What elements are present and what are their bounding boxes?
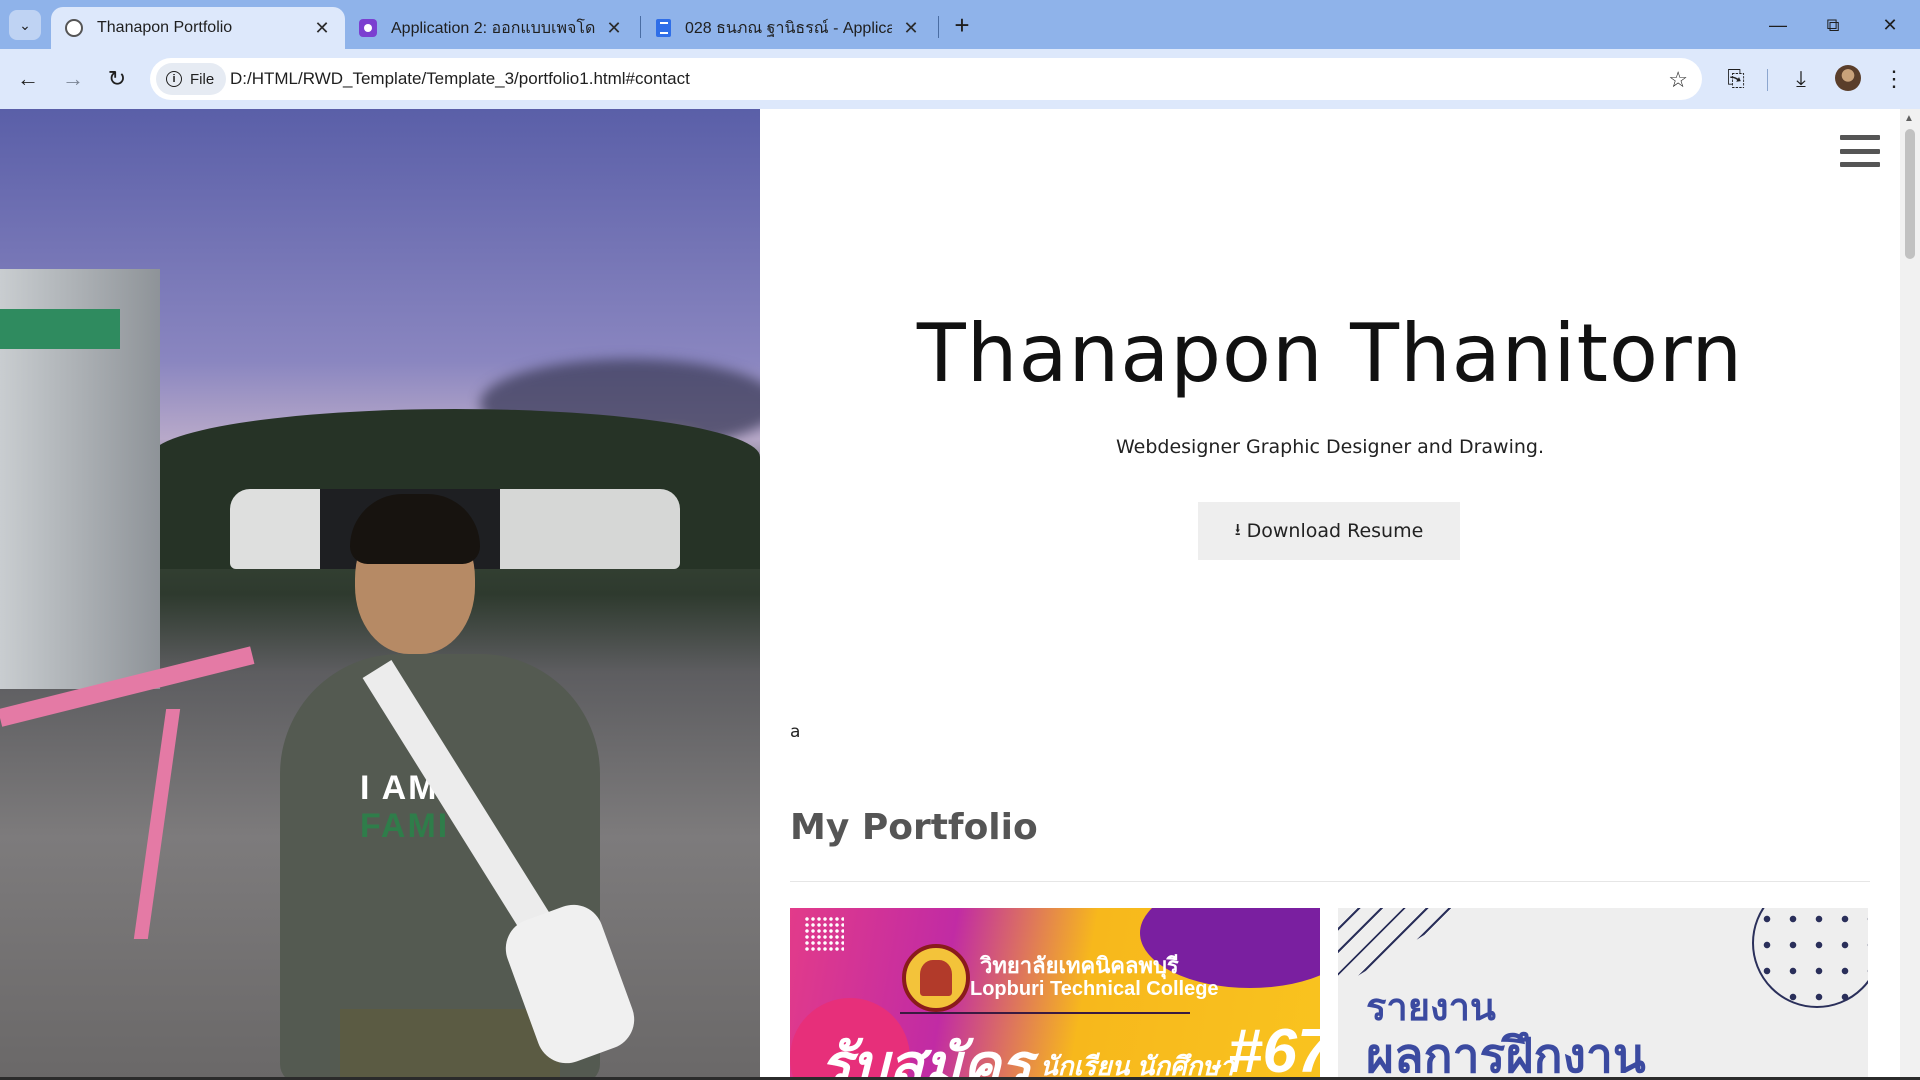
- shirt-line-2: FAMI: [360, 807, 450, 845]
- toolbar-divider: [1767, 69, 1768, 91]
- hero-tagline: Webdesigner Graphic Designer and Drawing…: [1115, 436, 1544, 458]
- close-icon[interactable]: ✕: [313, 18, 331, 39]
- site-info-chip[interactable]: i File: [156, 63, 227, 95]
- download-icon: ⤓: [1796, 66, 1806, 91]
- card-number: #67: [1228, 1017, 1320, 1080]
- dots-pattern-icon: [804, 916, 844, 952]
- stray-text: a: [790, 722, 801, 742]
- profile-photo: I AM FAMI: [0, 109, 760, 1080]
- classroom-icon: [359, 19, 377, 37]
- chevron-down-icon: ⌄: [19, 16, 31, 33]
- tab-title: Thanapon Portfolio: [97, 19, 233, 36]
- forward-button[interactable]: →: [57, 63, 89, 95]
- card-english-title: Lopburi Technical College: [970, 978, 1219, 1000]
- card-headline: รับสมัคร: [820, 1033, 1032, 1080]
- url-text[interactable]: D:/HTML/RWD_Template/Template_3/portfoli…: [230, 69, 690, 89]
- hamburger-bar: [1840, 148, 1880, 154]
- download-icon: ⭳: [1234, 519, 1241, 540]
- page-viewport: I AM FAMI Thanapon Thanitorn Webdesigner…: [0, 109, 1920, 1080]
- arrow-right-icon: →: [62, 66, 84, 91]
- hero-name: Thanapon Thanitorn: [916, 307, 1744, 400]
- minimize-icon: —: [1769, 14, 1787, 35]
- scroll-thumb[interactable]: [1905, 129, 1915, 259]
- photo-person-pants: [340, 1009, 560, 1080]
- puzzle-icon: ⎘: [1727, 66, 1745, 91]
- restore-button[interactable]: ⧉: [1810, 8, 1856, 42]
- restore-icon: ⧉: [1826, 14, 1840, 35]
- back-button[interactable]: ←: [12, 63, 44, 95]
- minimize-button[interactable]: —: [1755, 8, 1801, 42]
- chip-label: File: [190, 70, 215, 88]
- card-subline: นักเรียน นักศึกษา: [1040, 1051, 1235, 1080]
- portfolio-title: My Portfolio: [790, 807, 1038, 848]
- info-icon: i: [166, 71, 182, 87]
- extensions-button[interactable]: ⎘: [1720, 63, 1752, 95]
- menu-button[interactable]: ⋮: [1878, 63, 1910, 95]
- close-window-button[interactable]: ✕: [1867, 8, 1913, 42]
- college-seal-icon: [902, 944, 970, 1012]
- reload-icon: ↻: [107, 66, 127, 91]
- plus-icon: +: [954, 9, 970, 40]
- new-tab-button[interactable]: +: [948, 10, 976, 40]
- portfolio-item-internship-report[interactable]: รายงาน ผลการฝึกงาน: [1338, 908, 1868, 1080]
- card-rule: [900, 1012, 1190, 1014]
- tab-strip: ⌄ Thanapon Portfolio ✕ Application 2: ออ…: [0, 0, 1920, 49]
- tab-028-document[interactable]: 028 ธนภณ ฐานิธรณ์ - Application ✕: [642, 7, 934, 49]
- close-icon[interactable]: ✕: [605, 18, 623, 39]
- profile-avatar[interactable]: [1835, 65, 1861, 91]
- hamburger-bar: [1840, 162, 1880, 167]
- tab-search-button[interactable]: ⌄: [9, 10, 41, 40]
- download-resume-label: Download Resume: [1246, 520, 1424, 542]
- docs-icon: [656, 19, 671, 37]
- downloads-button[interactable]: ⤓: [1785, 63, 1817, 95]
- tab-title: Application 2: ออกแบบเพจโดยประ: [391, 19, 595, 37]
- close-icon[interactable]: ✕: [902, 18, 920, 39]
- tab-separator: [640, 16, 641, 38]
- download-resume-button[interactable]: ⭳ Download Resume: [1198, 502, 1460, 560]
- close-icon: ✕: [1882, 14, 1898, 35]
- globe-icon: [65, 19, 83, 37]
- portfolio-item-lopburi[interactable]: วิทยาลัยเทคนิคลพบุรี Lopburi Technical C…: [790, 908, 1320, 1080]
- address-bar[interactable]: i File D:/HTML/RWD_Template/Template_3/p…: [150, 58, 1702, 100]
- more-vertical-icon: ⋮: [1883, 66, 1905, 91]
- tab-separator: [938, 16, 939, 38]
- photo-barrier-post: [133, 709, 181, 939]
- bookmark-star-icon[interactable]: ☆: [1668, 67, 1688, 93]
- page-scrollbar[interactable]: ▲: [1900, 109, 1920, 1080]
- main-content: Thanapon Thanitorn Webdesigner Graphic D…: [760, 109, 1900, 1080]
- card-line-2: ผลการฝึกงาน: [1366, 1030, 1646, 1080]
- tab-thanapon-portfolio[interactable]: Thanapon Portfolio ✕: [51, 7, 345, 49]
- tab-title: 028 ธนภณ ฐานิธรณ์ - Application: [685, 19, 892, 37]
- scroll-up-arrow-icon[interactable]: ▲: [1904, 113, 1914, 124]
- browser-toolbar: ← → ↻ i File D:/HTML/RWD_Template/Templa…: [0, 49, 1920, 109]
- reload-button[interactable]: ↻: [101, 63, 133, 95]
- tab-application-2[interactable]: Application 2: ออกแบบเพจโดยประ ✕: [345, 7, 637, 49]
- arrow-left-icon: ←: [17, 66, 39, 91]
- section-divider: [790, 881, 1870, 882]
- photo-truck-awning: [0, 309, 120, 349]
- dotted-circle-decor: [1752, 908, 1868, 1008]
- hamburger-menu-icon[interactable]: [1840, 135, 1880, 167]
- hamburger-bar: [1840, 135, 1880, 140]
